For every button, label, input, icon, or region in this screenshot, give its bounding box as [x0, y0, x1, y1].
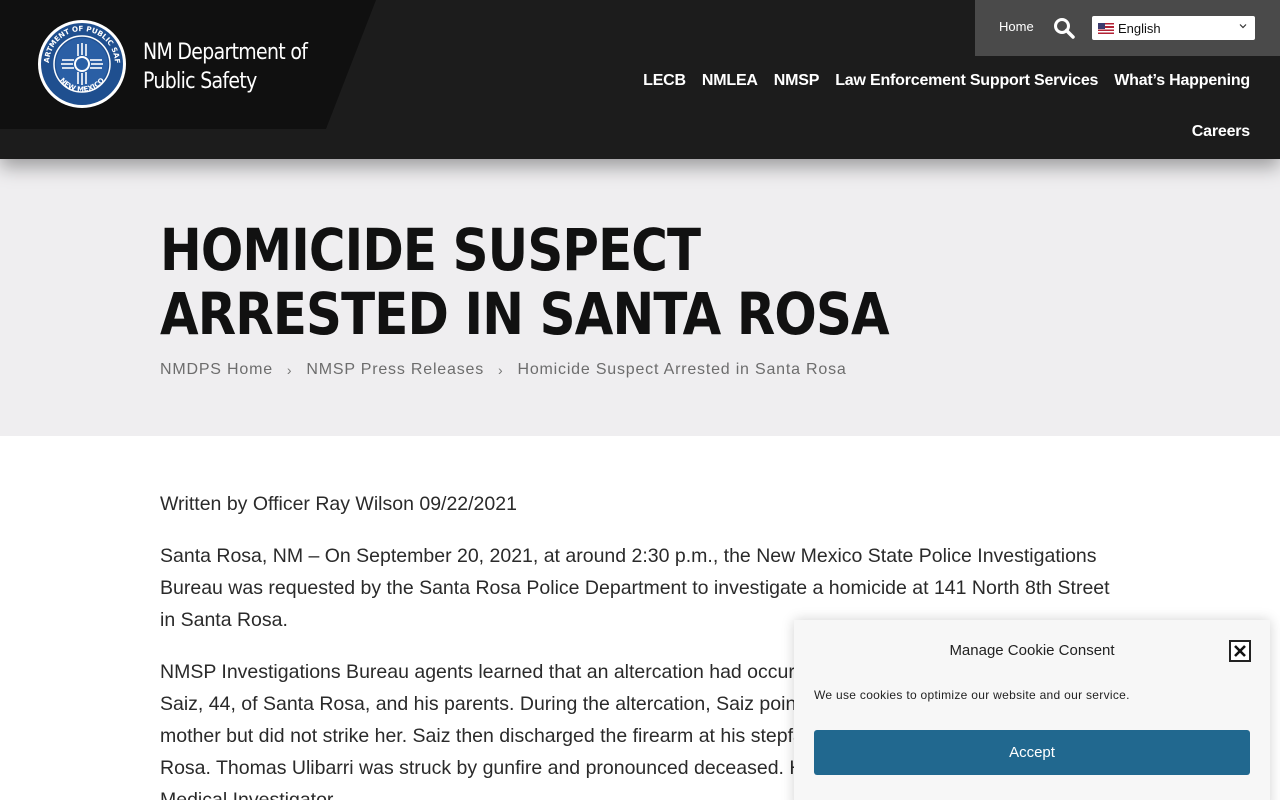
cookie-consent-dialog: Manage Cookie Consent We use cookies to …: [794, 620, 1270, 800]
breadcrumb-press-releases[interactable]: NMSP Press Releases: [306, 361, 484, 379]
utility-bar: Home English: [975, 0, 1280, 56]
nav-item-careers[interactable]: Careers: [1192, 123, 1250, 141]
nav-item-nmlea[interactable]: NMLEA: [702, 72, 758, 90]
breadcrumb-home[interactable]: NMDPS Home: [160, 361, 273, 379]
page-hero: HOMICIDE SUSPECT ARRESTED IN SANTA ROSA …: [0, 159, 1280, 436]
nav-item-nmsp[interactable]: NMSP: [774, 72, 820, 90]
nav-item-lecb[interactable]: LECB: [643, 72, 686, 90]
language-select[interactable]: English: [1092, 16, 1255, 40]
us-flag-icon: [1098, 22, 1114, 34]
search-icon[interactable]: [1053, 17, 1075, 39]
nmdps-seal-logo[interactable]: DEPARTMENT OF PUBLIC SAFETY NEW MEXICO: [37, 19, 127, 109]
site-title[interactable]: NM Department of Public Safety: [143, 38, 308, 96]
close-icon: [1234, 645, 1246, 657]
close-button[interactable]: [1229, 640, 1251, 662]
main-nav: LECB NMLEA NMSP Law Enforcement Support …: [643, 72, 1250, 90]
nav-item-law-enforcement-support-services[interactable]: Law Enforcement Support Services: [835, 72, 1098, 90]
home-link[interactable]: Home: [999, 19, 1034, 34]
breadcrumb-current: Homicide Suspect Arrested in Santa Rosa: [517, 361, 847, 378]
chevron-right-icon: ›: [498, 362, 504, 378]
breadcrumb: NMDPS Home › NMSP Press Releases › Homic…: [160, 361, 847, 379]
language-label: English: [1118, 20, 1161, 36]
site-title-line1: NM Department of: [143, 40, 308, 65]
chevron-right-icon: ›: [286, 362, 293, 378]
page-title: HOMICIDE SUSPECT ARRESTED IN SANTA ROSA: [160, 216, 890, 348]
cookie-text: We use cookies to optimize our website a…: [814, 688, 1130, 702]
accept-button[interactable]: Accept: [814, 730, 1250, 775]
site-title-line2: Public Safety: [143, 69, 257, 94]
nav-item-whats-happening[interactable]: What’s Happening: [1114, 72, 1250, 90]
site-header: DEPARTMENT OF PUBLIC SAFETY NEW MEXICO N…: [0, 0, 1280, 159]
cookie-title: Manage Cookie Consent: [949, 642, 1115, 659]
article-byline: Written by Officer Ray Wilson 09/22/2021: [160, 493, 517, 515]
chevron-down-icon: [1239, 24, 1247, 29]
